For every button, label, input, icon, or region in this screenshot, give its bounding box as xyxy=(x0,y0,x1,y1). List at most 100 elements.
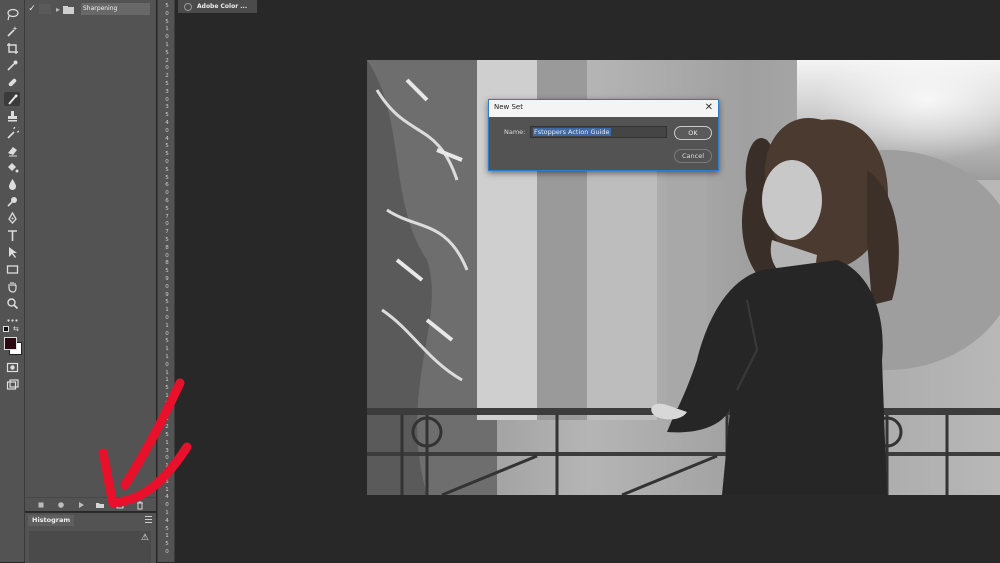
ruler-label: 5 xyxy=(165,112,169,119)
color-wheel-icon xyxy=(184,2,192,11)
hand-icon[interactable] xyxy=(4,279,20,293)
rectangle-icon[interactable] xyxy=(4,262,20,276)
ruler-label: 5 xyxy=(165,18,169,25)
ruler-label: 0 xyxy=(165,283,169,290)
zoom-icon[interactable] xyxy=(4,296,20,310)
ruler-label: 0 xyxy=(165,96,169,103)
ruler-label: 1 xyxy=(165,533,169,540)
ruler-label: 5 xyxy=(165,525,169,532)
ruler-label: 0 xyxy=(165,65,169,72)
ruler-label: 7 xyxy=(165,229,169,236)
type-icon[interactable] xyxy=(4,228,20,242)
default-colors-icon[interactable] xyxy=(3,326,9,332)
history-brush-icon[interactable] xyxy=(4,126,20,140)
magic-wand-icon[interactable] xyxy=(4,24,20,38)
action-set-row[interactable]: ✓ ▸ Sharpening xyxy=(25,2,156,16)
ruler-label: 1 xyxy=(165,322,169,329)
ruler-label: 8 xyxy=(165,244,169,251)
histogram-tab[interactable]: Histogram xyxy=(28,515,75,526)
folder-icon xyxy=(63,5,77,14)
ruler-label: 5 xyxy=(165,338,169,345)
dialog-title: New Set xyxy=(494,103,523,111)
ruler-label: 5 xyxy=(165,143,169,150)
ruler-label: 5 xyxy=(165,166,169,173)
cancel-button[interactable]: Cancel xyxy=(674,149,712,163)
action-set-name[interactable]: Sharpening xyxy=(81,3,150,15)
ruler-label: 0 xyxy=(165,221,169,228)
ruler-label: 2 xyxy=(165,57,169,64)
histogram-display: ⚠ xyxy=(29,531,151,563)
clone-stamp-icon[interactable] xyxy=(4,109,20,123)
ruler-label: 0 xyxy=(165,34,169,41)
ruler-label: 1 xyxy=(165,354,169,360)
record-icon[interactable] xyxy=(56,500,66,510)
ruler-label: 5 xyxy=(165,49,169,56)
ruler-label: 5 xyxy=(165,174,169,181)
ruler-label: 5 xyxy=(165,205,169,212)
ruler-label: 0 xyxy=(165,127,169,134)
ruler-label: 7 xyxy=(165,213,169,220)
new-set-dialog: New Set ✕ Name: Fstoppers Action Guide O… xyxy=(488,99,719,171)
ruler-label: 1 xyxy=(165,346,169,353)
lasso-icon[interactable] xyxy=(4,7,20,21)
adobe-color-label: Adobe Color ... xyxy=(197,3,248,10)
ruler-label: 4 xyxy=(165,120,169,126)
warning-icon[interactable]: ⚠ xyxy=(141,533,149,543)
ruler-label: 4 xyxy=(165,135,169,142)
ruler-label: 0 xyxy=(165,252,169,259)
tools-toolbar: ⇆ xyxy=(0,0,25,562)
ruler-label: 0 xyxy=(165,549,169,555)
name-label: Name: xyxy=(504,128,526,136)
histogram-panel: Histogram ⚠ xyxy=(25,512,156,563)
ruler-label: 0 xyxy=(165,330,169,337)
ruler-label: 1 xyxy=(165,307,169,314)
ruler-label: 8 xyxy=(165,260,169,267)
adobe-color-tab[interactable]: Adobe Color ... xyxy=(178,0,257,13)
ruler-label: 0 xyxy=(165,159,169,165)
ruler-label: 5 xyxy=(165,237,169,243)
close-icon[interactable]: ✕ xyxy=(705,102,713,114)
pen-icon[interactable] xyxy=(4,211,20,225)
swap-colors-icon[interactable]: ⇆ xyxy=(13,325,19,333)
name-input[interactable]: Fstoppers Action Guide xyxy=(530,126,667,138)
panel-menu-icon[interactable] xyxy=(145,516,152,523)
quick-mask-icon[interactable] xyxy=(4,360,20,374)
ruler-label: 5 xyxy=(165,299,169,306)
blur-icon[interactable] xyxy=(4,177,20,191)
ruler-label: 1 xyxy=(165,42,169,48)
ok-button[interactable]: OK xyxy=(674,126,712,140)
chevron-right-icon[interactable]: ▸ xyxy=(53,5,63,14)
play-icon[interactable] xyxy=(76,500,86,510)
ruler-label: 6 xyxy=(165,198,169,204)
screen-mode-icon[interactable] xyxy=(4,377,20,391)
eyedropper-icon[interactable] xyxy=(4,58,20,72)
dialog-titlebar[interactable]: New Set ✕ xyxy=(489,100,718,117)
ruler-label: 3 xyxy=(165,88,169,95)
ruler-label: 5 xyxy=(165,3,169,9)
brush-icon[interactable] xyxy=(4,92,20,106)
ruler-label: 0 xyxy=(165,190,169,197)
name-input-value: Fstoppers Action Guide xyxy=(533,128,611,136)
ruler-label: 5 xyxy=(165,81,169,87)
ruler-label: 5 xyxy=(165,268,169,275)
ruler-label: 4 xyxy=(165,517,169,524)
ruler-label: 0 xyxy=(165,10,169,17)
foreground-color-swatch[interactable] xyxy=(4,337,17,350)
dialog-toggle-box[interactable] xyxy=(39,4,51,14)
eraser-icon[interactable] xyxy=(4,143,20,157)
ruler-label: 2 xyxy=(165,73,169,80)
crop-icon[interactable] xyxy=(4,41,20,55)
path-selection-icon[interactable] xyxy=(4,245,20,259)
toggle-check-icon[interactable]: ✓ xyxy=(25,4,39,14)
paint-bucket-icon[interactable] xyxy=(4,160,20,174)
ruler-label: 1 xyxy=(165,26,169,33)
stop-icon[interactable] xyxy=(36,500,46,510)
ruler-label: 5 xyxy=(165,151,169,158)
healing-brush-icon[interactable] xyxy=(4,75,20,89)
ruler-label: 0 xyxy=(165,361,169,368)
ruler-label: 6 xyxy=(165,182,169,189)
dodge-icon[interactable] xyxy=(4,194,20,208)
ruler-label: 0 xyxy=(165,315,169,321)
ruler-label: 9 xyxy=(165,291,169,298)
ruler-label: 5 xyxy=(165,541,169,548)
